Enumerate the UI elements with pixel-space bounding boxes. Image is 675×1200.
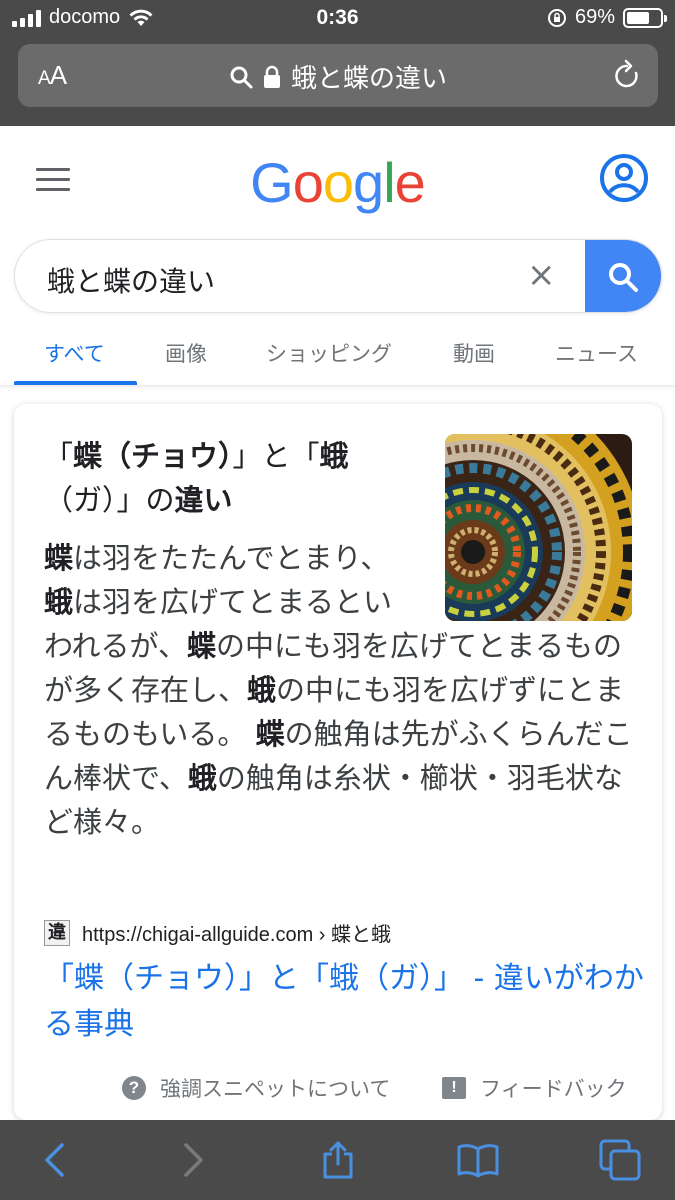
search-button[interactable] — [585, 240, 661, 312]
logo-letter: l — [383, 151, 395, 214]
search-input[interactable]: 蛾と蝶の違い — [47, 260, 215, 300]
orientation-lock-icon — [547, 8, 566, 27]
tab-news[interactable]: ニュース — [555, 338, 638, 368]
share-icon — [323, 1141, 353, 1179]
address-field[interactable]: 蛾と蝶の違い — [18, 58, 658, 95]
feedback-link[interactable]: ! フィードバック — [442, 1073, 627, 1103]
tab-all[interactable]: すべて — [44, 338, 105, 368]
google-header: Google — [0, 126, 675, 236]
snippet-footer: ? 強調スニペットについて ! フィードバック — [14, 1068, 662, 1108]
forward-arrow-icon — [184, 1143, 203, 1177]
book-icon — [457, 1144, 499, 1178]
feedback-label: フィードバック — [480, 1077, 627, 1101]
google-logo[interactable]: Google — [0, 150, 675, 215]
result-title-link[interactable]: 「蝶（チョウ）」と「蛾（ガ）」 - 違いがわかる事典 — [44, 956, 644, 1048]
active-tab-indicator — [14, 381, 137, 385]
battery-fill — [627, 11, 650, 24]
battery-icon — [623, 7, 667, 28]
source-url[interactable]: https://chigai-allguide.com › 蝶と蛾 — [82, 918, 391, 947]
tab-shopping[interactable]: ショッピング — [266, 338, 392, 368]
logo-letter: o — [292, 151, 324, 214]
site-favicon: 違 — [44, 919, 70, 946]
status-bar-right: 69% — [547, 6, 667, 29]
logo-letter: o — [322, 151, 354, 214]
snippet-text: 蝶は羽をたたんでとまり、蛾は羽を広げてとまるといわれるが、蝶の中にも羽を広げてと… — [44, 541, 633, 839]
feedback-icon: ! — [442, 1077, 466, 1099]
snippet-title: 「蝶（チョウ）」と「蛾（ガ）」の違い — [44, 439, 349, 517]
tabs-button[interactable] — [598, 1138, 642, 1182]
clear-search-icon[interactable]: × — [527, 258, 556, 292]
lock-icon — [263, 65, 280, 88]
forward-button[interactable] — [172, 1138, 216, 1182]
tabs-icon — [599, 1139, 641, 1181]
reload-icon[interactable] — [612, 59, 642, 91]
browser-chrome: docomo 0:36 69% AA 蛾と蝶の違い — [0, 0, 675, 126]
help-icon: ? — [122, 1076, 146, 1100]
search-box[interactable]: 蛾と蝶の違い × — [14, 239, 662, 313]
account-circle-icon[interactable] — [599, 153, 649, 203]
tab-videos[interactable]: 動画 — [453, 338, 495, 368]
logo-letter: G — [250, 151, 294, 214]
featured-snippet-card: 「蝶（チョウ）」と「蛾（ガ）」の違い 蝶は羽をたたんでとまり、蛾は羽を広げてとま… — [14, 404, 662, 1120]
search-icon — [609, 263, 638, 292]
tab-images[interactable]: 画像 — [165, 338, 207, 368]
about-featured-snippets-label: 強調スニペットについて — [160, 1077, 391, 1101]
status-bar: docomo 0:36 69% — [0, 0, 675, 40]
logo-letter: e — [394, 151, 426, 214]
address-bar[interactable]: AA 蛾と蝶の違い — [18, 44, 658, 107]
back-button[interactable] — [32, 1138, 76, 1182]
bookmarks-button[interactable] — [456, 1138, 500, 1182]
battery-percent: 69% — [574, 6, 615, 28]
source-line: 違 https://chigai-allguide.com › 蝶と蛾 — [44, 918, 391, 947]
back-arrow-icon — [45, 1143, 64, 1177]
search-icon — [230, 66, 253, 88]
about-featured-snippets-link[interactable]: ? 強調スニペットについて — [122, 1073, 390, 1103]
address-text: 蛾と蝶の違い — [290, 64, 447, 94]
browser-toolbar — [0, 1120, 675, 1200]
share-button[interactable] — [316, 1138, 360, 1182]
search-tabs: すべて 画像 ショッピング 動画 ニュース — [0, 320, 675, 386]
logo-letter: g — [353, 151, 384, 214]
